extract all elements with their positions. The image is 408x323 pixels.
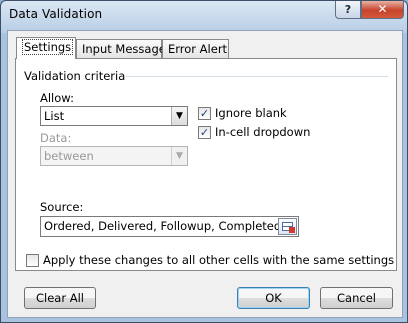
close-button[interactable]: ✕ <box>361 1 404 19</box>
tab-error-alert[interactable]: Error Alert <box>162 39 229 58</box>
range-select-icon[interactable] <box>278 218 297 235</box>
ignore-blank-checkbox[interactable]: ✓ <box>198 107 211 120</box>
allow-select[interactable]: List ▼ <box>40 106 188 126</box>
data-select-value: between <box>44 149 94 163</box>
source-input[interactable]: Ordered, Delivered, Followup, Completed <box>40 216 299 237</box>
in-cell-dropdown-checkbox[interactable]: ✓ <box>198 126 211 139</box>
window-title: Data Validation <box>9 7 103 21</box>
data-select[interactable]: between ▼ <box>40 146 188 166</box>
allow-select-value: List <box>44 109 65 123</box>
chevron-down-icon[interactable]: ▼ <box>171 107 187 125</box>
tab-input-message[interactable]: Input Message <box>76 39 166 58</box>
source-label: Source: <box>40 200 84 214</box>
cancel-button[interactable]: Cancel <box>320 287 393 309</box>
tab-settings[interactable]: Settings <box>16 37 76 59</box>
allow-label: Allow: <box>40 91 74 105</box>
data-label: Data: <box>40 131 72 145</box>
clear-all-button[interactable]: Clear All <box>24 287 96 309</box>
help-button[interactable]: ? <box>335 1 361 19</box>
apply-all-label[interactable]: Apply these changes to all other cells w… <box>43 253 394 267</box>
settings-panel: Validation criteria Allow: List ▼ Data: … <box>15 58 397 271</box>
chevron-down-icon[interactable]: ▼ <box>171 147 187 165</box>
apply-all-checkbox[interactable] <box>26 254 39 267</box>
ok-button[interactable]: OK <box>237 287 310 309</box>
source-input-value: Ordered, Delivered, Followup, Completed <box>44 219 282 233</box>
group-divider <box>126 76 388 77</box>
dialog-client-area: Settings Input Message Error Alert Valid… <box>7 30 403 318</box>
validation-criteria-heading: Validation criteria <box>24 69 126 83</box>
in-cell-dropdown-label[interactable]: In-cell dropdown <box>215 125 310 139</box>
tab-settings-label: Settings <box>22 39 74 55</box>
data-validation-dialog: Data Validation ? ✕ Settings Input Messa… <box>0 0 408 323</box>
ignore-blank-label[interactable]: Ignore blank <box>215 106 287 120</box>
